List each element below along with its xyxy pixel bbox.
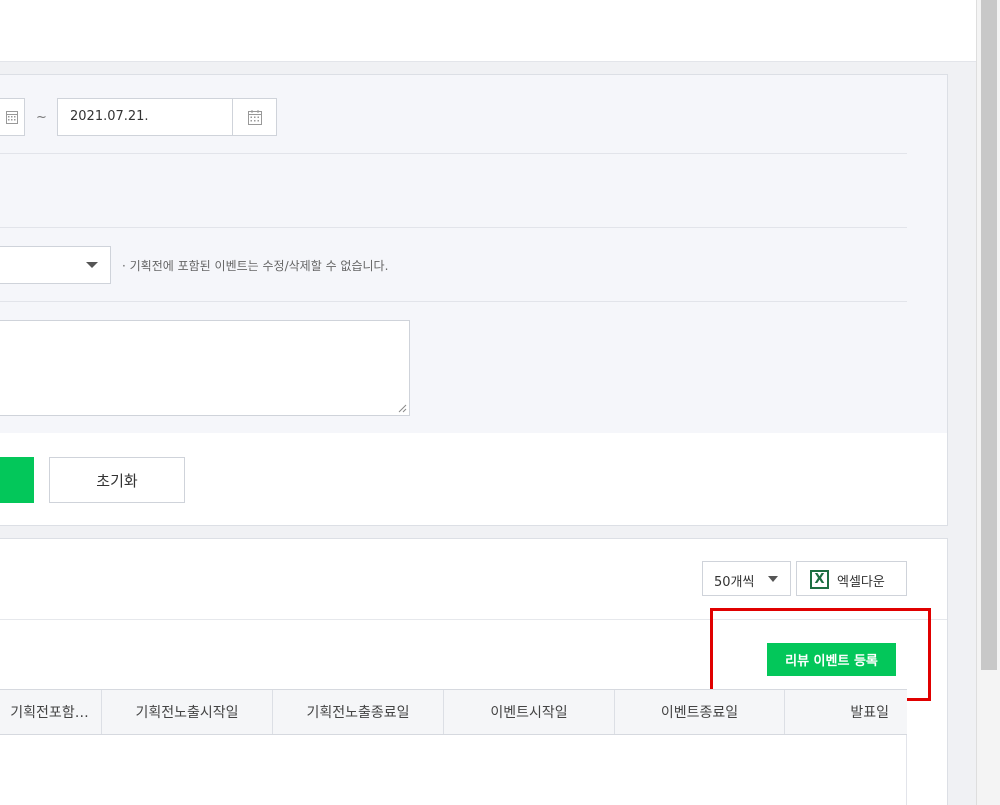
reset-button[interactable]: 초기화 xyxy=(49,457,185,503)
chevron-down-icon xyxy=(768,576,778,582)
exhibition-select[interactable] xyxy=(0,246,111,284)
calendar-icon xyxy=(247,109,262,125)
memo-textarea[interactable] xyxy=(0,320,410,416)
excel-icon: X xyxy=(810,570,829,589)
column-header[interactable]: 기획전포함… xyxy=(0,690,102,734)
row-divider xyxy=(0,227,907,228)
table-body xyxy=(0,735,907,805)
start-date-field[interactable] xyxy=(0,98,25,136)
column-header[interactable]: 기획전노출시작일 xyxy=(102,690,273,734)
end-calendar-button[interactable] xyxy=(232,99,276,135)
column-header[interactable]: 이벤트종료일 xyxy=(615,690,785,734)
chevron-down-icon xyxy=(86,262,98,268)
column-header[interactable]: 발표일 xyxy=(785,690,905,734)
start-calendar-button[interactable] xyxy=(0,99,24,135)
register-review-event-button[interactable]: 리뷰 이벤트 등록 xyxy=(767,643,896,676)
resize-grip-icon[interactable] xyxy=(398,404,407,413)
page-scrollbar[interactable] xyxy=(976,0,1000,805)
row-divider xyxy=(0,301,907,302)
exhibition-note: · 기획전에 포함된 이벤트는 수정/삭제할 수 없습니다. xyxy=(122,259,389,273)
top-bar xyxy=(0,0,976,62)
search-button[interactable] xyxy=(0,457,34,503)
excel-download-label: 엑셀다운 xyxy=(837,575,885,590)
end-date-field[interactable]: 2021.07.21. xyxy=(57,98,277,136)
per-page-value: 50개씩 xyxy=(714,575,755,590)
table-header: 기획전포함… 기획전노출시작일 기획전노출종료일 이벤트시작일 이벤트종료일 발… xyxy=(0,689,907,735)
row-divider xyxy=(0,153,907,154)
per-page-select[interactable]: 50개씩 xyxy=(702,561,791,596)
column-header[interactable]: 기획전노출종료일 xyxy=(273,690,444,734)
excel-download-button[interactable]: X 엑셀다운 xyxy=(796,561,907,596)
scrollbar-thumb[interactable] xyxy=(981,0,997,670)
date-range-separator: ~ xyxy=(36,110,47,125)
column-header[interactable]: 이벤트시작일 xyxy=(444,690,615,734)
end-date-value: 2021.07.21. xyxy=(70,109,149,124)
calendar-icon xyxy=(5,111,18,124)
